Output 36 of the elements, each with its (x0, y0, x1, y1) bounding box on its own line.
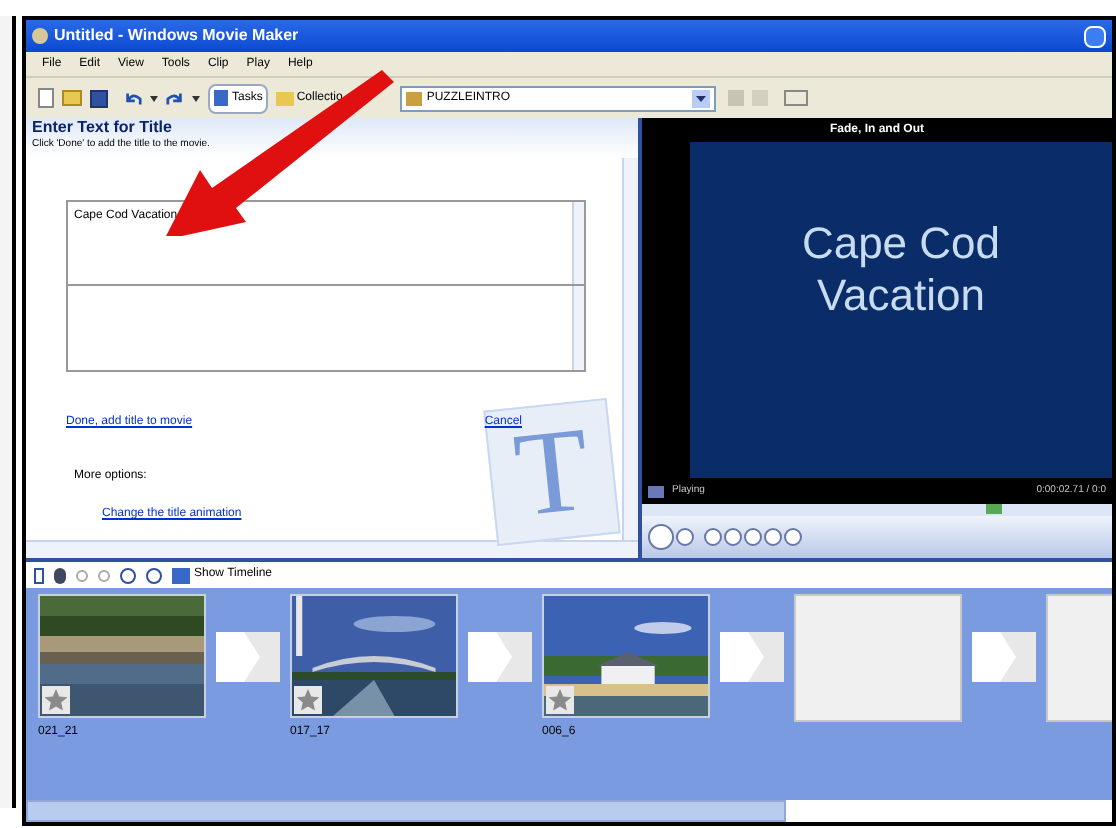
folder-icon (276, 91, 295, 105)
scrollbar[interactable] (622, 158, 638, 540)
play-icon[interactable] (146, 567, 162, 583)
app-icon (32, 28, 48, 44)
playing-icon (648, 486, 664, 498)
zoom-out-icon[interactable] (98, 569, 110, 581)
zoom-in-icon[interactable] (76, 569, 88, 581)
timeline-icon (172, 567, 190, 583)
minimize-button[interactable] (1084, 25, 1106, 47)
dropdown-arrow-icon (692, 89, 711, 107)
caret-icon[interactable] (150, 95, 158, 101)
undo-icon[interactable] (124, 89, 142, 107)
pause-button[interactable] (648, 524, 674, 550)
star-icon (294, 686, 322, 714)
scrollbar[interactable] (26, 800, 786, 822)
empty-clip-slot[interactable] (794, 594, 962, 722)
collection-icon (406, 91, 423, 105)
views-icon[interactable] (784, 90, 809, 106)
seek-thumb[interactable] (986, 504, 1003, 514)
save-icon[interactable] (90, 89, 108, 107)
stop-button[interactable] (676, 528, 694, 546)
video-title-text: Cape Cod Vacation (799, 218, 1003, 322)
scrollbar[interactable] (572, 286, 584, 370)
star-icon (546, 686, 574, 714)
seek-track[interactable] (642, 504, 1112, 516)
star-icon (42, 686, 70, 714)
caret-icon[interactable] (192, 95, 200, 101)
scrollbar[interactable] (26, 540, 638, 558)
panel-heading: Enter Text for Title (32, 118, 174, 138)
storyboard-icon[interactable] (34, 567, 44, 583)
tasks-icon (214, 90, 228, 106)
window-title: Untitled - Windows Movie Maker (54, 24, 299, 48)
redo-icon[interactable] (166, 89, 184, 107)
rewind-icon[interactable] (120, 567, 136, 583)
new-file-icon[interactable] (38, 88, 54, 108)
scrollbar[interactable] (572, 202, 584, 284)
